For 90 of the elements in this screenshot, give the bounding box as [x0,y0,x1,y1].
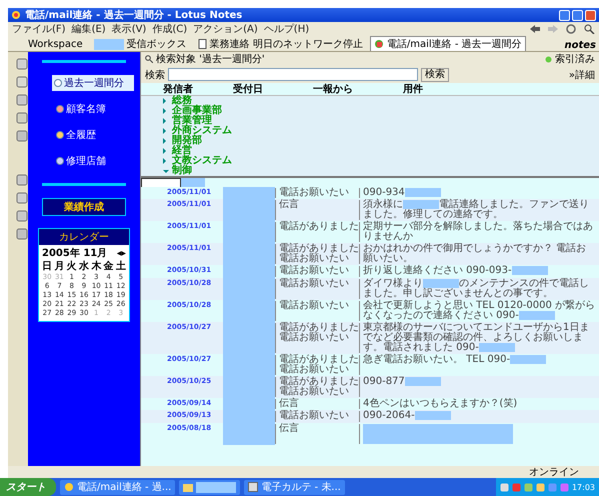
search-icon[interactable] [583,24,595,34]
call-type-text: 伝言 [275,424,359,444]
index-status: 索引済み [555,52,595,66]
subject-text: おかはれかの件で御用でしょうかですか？ 電話お願いたい。 [359,244,596,264]
nav-link[interactable]: 全履歴 [54,127,134,143]
redaction-block [94,38,124,50]
taskbar-button[interactable]: 電話/mail連絡 - 過... [60,480,176,494]
calendar-month: 2005年 11月 [42,246,108,260]
weekday-label: 日 [41,261,54,272]
taskbar-button[interactable]: 電子カルテ - 未... [244,480,345,494]
call-type-text: 電話がありました電話お願いたい [275,244,359,264]
subject-text: 4色ペンはいつもらえますか？(笑) [359,399,596,410]
subject-text: 須永様に 電話連絡しました。ファンで送りました。修理しての連絡です。 [359,200,596,220]
column-header[interactable]: 発信者 [163,84,233,94]
bookmark-icon[interactable] [16,94,28,106]
section-heading: 業績作成 [42,198,126,216]
window-icon [248,482,258,492]
subject-text: 急ぎ電話お願いたい。 TEL 090- [359,355,596,376]
menu-item[interactable]: ヘルプ(H) [264,22,310,36]
weekday-label: 火 [66,261,78,272]
status-text: オンライン [529,466,579,479]
bookmark-icon[interactable] [16,112,28,124]
status-dot-icon [545,56,552,62]
subject-text: 090-877 [359,377,596,398]
call-type-text: 電話お願いたい [275,411,359,422]
bookmark-icon[interactable] [16,192,28,204]
search-scope: 検索対象 '過去一週間分' [156,52,265,66]
weekday-label: 木 [90,261,102,272]
subject-text: 折り返し連絡ください 090-093- [359,266,596,277]
bookmark-icon[interactable] [16,76,28,88]
weekday-label: 金 [102,261,115,272]
dropdown-field[interactable] [141,178,181,188]
bookmark-icon[interactable] [16,58,28,70]
notes-logo-icon [11,10,21,20]
search-field[interactable] [168,68,418,81]
window-title: 電話/mail連絡 - 過去一週間分 - Lotus Notes [25,8,242,22]
subject-text: 東京都様のサーバについてエンドユーザから1日までなど必要書類の確認の件、よろしくお願いします。電話されました 090- [359,323,596,354]
menu-item[interactable]: 作成(C) [152,22,188,36]
start-button[interactable]: スタート [0,478,56,496]
weekday-label: 月 [53,261,66,272]
search-label: 検索 [145,68,165,82]
call-type-text: 電話がありました [275,222,359,242]
folder-icon [183,482,194,492]
minimize-button[interactable] [559,10,570,20]
nav-link[interactable]: 顧客名簿 [54,101,134,117]
search-button[interactable]: 検索 [421,68,449,82]
subject-text: 090-934 [359,188,596,198]
call-type-text: 電話がありました電話お願いたい [275,377,359,398]
bookmark-icon[interactable] [16,228,28,240]
brand-logo: notes [564,40,597,51]
details-link[interactable]: »詳細 [568,68,595,82]
column-header[interactable]: 用件 [403,84,599,94]
bookmark-icon[interactable] [16,130,28,142]
back-arrow-icon[interactable] [529,24,541,34]
nav-link[interactable]: 過去一週間分 [52,75,134,91]
weekday-label: 土 [114,261,127,272]
call-type-text: 電話がありました電話お願いたい [275,323,359,354]
search-icon [145,55,153,63]
subject-text: 会社で更新しようと思い TEL 0120-0000 が繋がらなくなったので連絡ください 090- [359,300,596,322]
column-header[interactable]: 受付日 [233,84,313,94]
taskbar-button[interactable] [179,480,240,494]
database-icon [374,39,384,49]
bookmark-icon[interactable] [16,210,28,222]
document-icon [198,39,207,49]
app-icon [64,482,74,492]
call-type-text: 伝言 [275,399,359,410]
redaction-block [181,178,205,187]
clock-text: 17:03 [572,482,595,492]
menu-item[interactable]: アクション(A) [193,22,258,36]
refresh-icon[interactable] [565,24,577,34]
call-type-text: 電話お願いたい [275,188,359,198]
nav-link[interactable]: 修理店舗 [54,153,134,169]
weekday-label: 水 [78,261,90,272]
menu-item[interactable]: ファイル(F) [12,22,66,36]
subject-text: 090-2064- [359,411,596,422]
call-type-text: 電話お願いたい [275,278,359,299]
calendar-title: カレンダー [39,229,129,245]
subject-text: ダイワ様より のメンテナンスの件で電話しました。申し訳ございませんとの事です。 [359,278,596,299]
menu-item[interactable]: 表示(V) [112,22,146,36]
call-type-text: 伝言 [275,200,359,220]
close-button[interactable] [585,10,596,20]
menu-item[interactable]: 編集(E) [72,22,106,36]
call-type-text: 電話お願いたい [275,300,359,322]
bookmark-icon[interactable] [16,174,28,186]
tab[interactable]: 電話/mail連絡 - 過去一週間分 [370,36,526,51]
maximize-button[interactable] [572,10,583,20]
call-type-text: 電話お願いたい [275,266,359,277]
column-header[interactable]: 一報から [313,84,403,94]
call-type-text: 電話がありました電話お願いたい [275,355,359,376]
subject-text: 定期サーバ部分を解除しました。落ちた場合ではありませんか [359,222,596,242]
